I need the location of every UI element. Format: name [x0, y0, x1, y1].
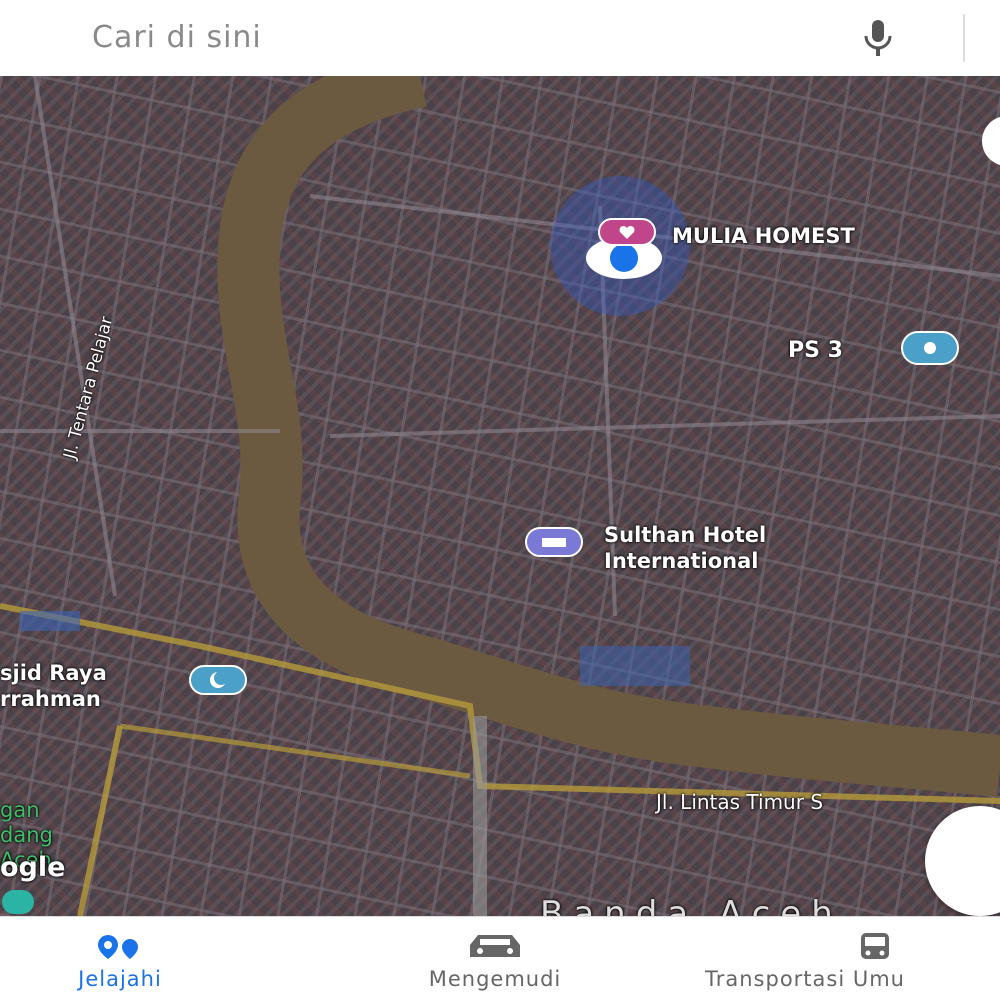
hotel-pin-icon[interactable] [524, 526, 584, 560]
tab-jelajahi[interactable]: Jelajahi [40, 917, 200, 1001]
google-logo: ogle [0, 852, 66, 883]
tab-label: Transportasi Umu [705, 967, 905, 991]
tab-label: Mengemudi [428, 967, 562, 991]
search-divider [963, 14, 965, 62]
park-line-2: dang [0, 823, 53, 847]
place-label-ps3[interactable]: PS 3 [788, 338, 843, 363]
mosque-pin-icon[interactable] [188, 664, 248, 698]
masjid-line-2: rrahman [0, 687, 101, 711]
place-pin-icon[interactable] [900, 330, 960, 368]
park-line-1: gan [0, 798, 40, 822]
place-label-masjid[interactable]: sjid Raya rrahman [0, 660, 107, 712]
microphone-icon[interactable] [852, 16, 904, 60]
explore-pin-icon [98, 935, 138, 959]
road-label-lintas-timur: Jl. Lintas Timur S [656, 790, 824, 814]
tab-label: Jelajahi [78, 967, 162, 991]
tab-transportasi-umum[interactable]: Transportasi Umu [705, 917, 1000, 1001]
green-pin-icon[interactable] [0, 888, 36, 916]
train-icon [861, 933, 889, 959]
place-label-sulthan[interactable]: Sulthan Hotel International [604, 522, 766, 574]
search-input[interactable]: Cari di sini [92, 20, 262, 55]
car-icon [470, 935, 520, 957]
city-label: Banda Aceh [540, 894, 843, 916]
place-label-mulia[interactable]: MULIA HOMEST [672, 224, 855, 248]
sulthan-line-1: Sulthan Hotel [604, 523, 767, 547]
tab-mengemudi[interactable]: Mengemudi [390, 917, 600, 1001]
masjid-line-1: sjid Raya [0, 661, 107, 685]
search-bar[interactable]: Cari di sini [0, 0, 1000, 77]
heart-pin-icon[interactable] [598, 218, 656, 248]
bottom-navigation: Jelajahi Mengemudi Transportasi Umu [0, 916, 1000, 1001]
map-overlay [0, 76, 1000, 916]
sulthan-line-2: International [604, 549, 759, 573]
satellite-map[interactable]: MULIA HOMEST PS 3 Sulthan Hotel Internat… [0, 76, 1000, 916]
